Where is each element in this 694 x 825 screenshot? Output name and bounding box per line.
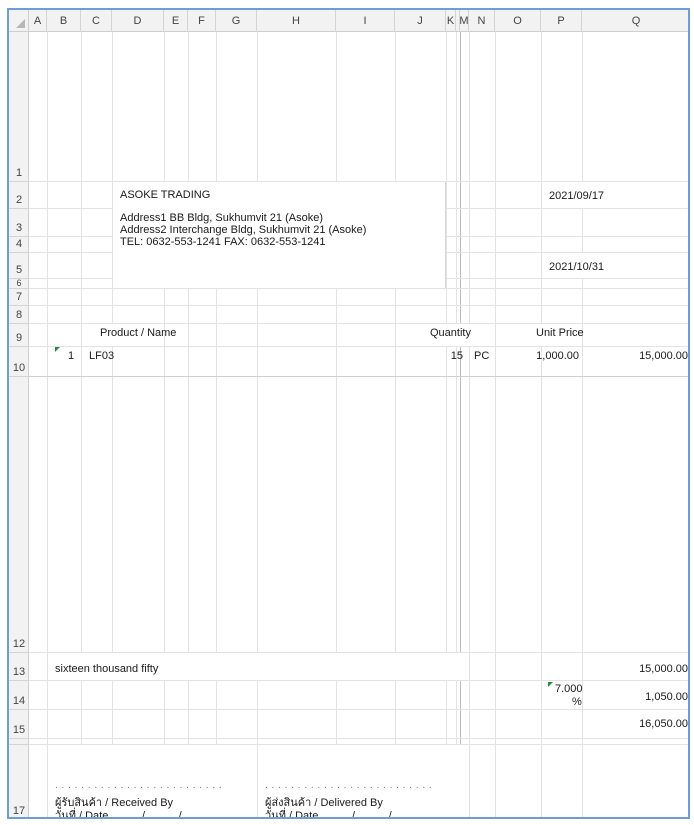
due-date[interactable]: 2021/10/31 — [549, 261, 604, 273]
column-header-p[interactable]: P — [541, 10, 582, 32]
company-name: ASOKE TRADING — [120, 189, 211, 201]
row-header-8[interactable]: 8 — [9, 306, 29, 323]
quantity-header: Quantity — [430, 327, 471, 339]
column-header-e[interactable]: E — [164, 10, 188, 32]
row-header-3[interactable]: 3 — [9, 209, 29, 236]
worksheet-grid[interactable]: A B C D E F G H I J K L M N O P Q — [9, 10, 688, 819]
column-header-n[interactable]: N — [469, 10, 495, 32]
column-header-i[interactable]: I — [336, 10, 395, 32]
row-header-7[interactable]: 7 — [9, 289, 29, 305]
amount-in-words[interactable]: sixteen thousand fifty — [55, 663, 158, 675]
select-all-button[interactable] — [9, 10, 29, 32]
company-address1: Address1 BB Bldg, Sukhumvit 21 (Asoke) — [120, 212, 323, 224]
unit-price-header: Unit Price — [536, 327, 584, 339]
row-header-6[interactable]: 6 — [9, 279, 29, 288]
line-item-number[interactable]: 1 — [68, 350, 74, 362]
column-header-h[interactable]: H — [257, 10, 336, 32]
column-header-o[interactable]: O — [495, 10, 541, 32]
product-name-header: Product / Name — [100, 327, 177, 339]
row-header-5[interactable]: 5 — [9, 253, 29, 278]
row-header-9[interactable]: 9 — [9, 324, 29, 346]
spreadsheet-window: A B C D E F G H I J K L M N O P Q — [7, 8, 690, 819]
delivered-signature-line: . . . . . . . . . . . . . . . . . . . . … — [265, 780, 433, 791]
row-header-4[interactable]: 4 — [9, 237, 29, 252]
doc-date[interactable]: 2021/09/17 — [549, 190, 604, 202]
column-header-g[interactable]: G — [216, 10, 257, 32]
row-header-14[interactable]: 14 — [9, 681, 29, 709]
line-item-unit-price[interactable]: 1,000.00 — [499, 350, 579, 362]
vat-amount[interactable]: 1,050.00 — [589, 691, 688, 703]
received-signature-line: . . . . . . . . . . . . . . . . . . . . … — [55, 780, 223, 791]
row-header-13[interactable]: 13 — [9, 653, 29, 680]
select-all-triangle-icon — [16, 19, 25, 28]
vat-percent-sign: % — [572, 696, 582, 708]
company-address2: Address2 Interchange Bldg, Sukhumvit 21 … — [120, 224, 367, 236]
line-item-quantity[interactable]: 15 — [399, 350, 463, 362]
row-header-17[interactable]: 17 — [9, 745, 29, 817]
row-header-10[interactable]: 10 — [9, 347, 29, 376]
column-header-m[interactable]: M — [459, 10, 469, 32]
vat-rate[interactable]: 7.000 — [555, 683, 583, 695]
column-header-b[interactable]: B — [47, 10, 81, 32]
column-header-f[interactable]: F — [188, 10, 216, 32]
column-header-c[interactable]: C — [81, 10, 112, 32]
delivered-date-label: วันที่ / Date . . . . . / . . . . . / . … — [265, 810, 423, 819]
line-item-amount[interactable]: 15,000.00 — [589, 350, 688, 362]
column-header-k[interactable]: K — [446, 10, 456, 32]
column-header-a[interactable]: A — [29, 10, 47, 32]
column-header-q[interactable]: Q — [582, 10, 688, 32]
row-header-12[interactable]: 12 — [9, 377, 29, 652]
line-item-code[interactable]: LF03 — [89, 350, 114, 362]
line-item-unit[interactable]: PC — [474, 350, 489, 362]
received-date-label: วันที่ / Date . . . . . / . . . . . / . … — [55, 810, 213, 819]
column-header-d[interactable]: D — [112, 10, 164, 32]
company-tel-fax: TEL: 0632-553-1241 FAX: 0632-553-1241 — [120, 236, 326, 248]
row-header-1[interactable]: 1 — [9, 32, 29, 181]
column-header-j[interactable]: J — [395, 10, 446, 32]
row-header-2[interactable]: 2 — [9, 182, 29, 208]
vat-error-indicator-icon — [548, 682, 553, 687]
error-indicator-icon — [55, 347, 60, 352]
row-header-15[interactable]: 15 — [9, 710, 29, 738]
grand-total-amount[interactable]: 16,050.00 — [589, 718, 688, 730]
subtotal-amount[interactable]: 15,000.00 — [589, 663, 688, 675]
